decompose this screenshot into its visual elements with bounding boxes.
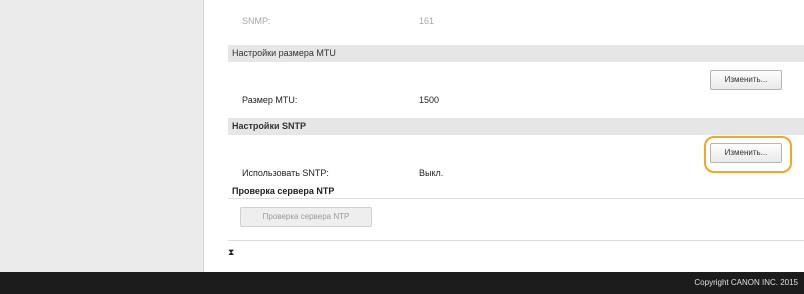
mtu-section-heading: Настройки размера MTU bbox=[228, 45, 804, 62]
copyright-text: Copyright CANON INC. 2015 bbox=[694, 278, 798, 287]
mtu-size-value: 1500 bbox=[419, 95, 440, 105]
sntp-section-heading: Настройки SNTP bbox=[228, 118, 804, 135]
snmp-value: 161 bbox=[419, 16, 435, 26]
divider bbox=[228, 198, 804, 199]
main-content: SNMP: 161 Настройки размера MTU Изменить… bbox=[220, 0, 804, 272]
left-sidebar bbox=[0, 0, 204, 272]
footer: Copyright CANON INC. 2015 bbox=[0, 272, 804, 294]
top-arrow-icon[interactable]: ⧗ bbox=[228, 247, 234, 258]
use-sntp-label: Использовать SNTP: bbox=[242, 168, 329, 178]
mtu-edit-button[interactable]: Изменить... bbox=[710, 70, 782, 90]
sntp-edit-button[interactable]: Изменить... bbox=[710, 143, 782, 163]
ntp-check-heading: Проверка сервера NTP bbox=[232, 186, 335, 196]
snmp-label: SNMP: bbox=[242, 16, 271, 26]
use-sntp-value: Выкл. bbox=[419, 168, 444, 178]
mtu-size-label: Размер MTU: bbox=[242, 95, 298, 105]
ntp-check-button[interactable]: Проверка сервера NTP bbox=[240, 207, 372, 227]
divider bbox=[228, 240, 804, 241]
